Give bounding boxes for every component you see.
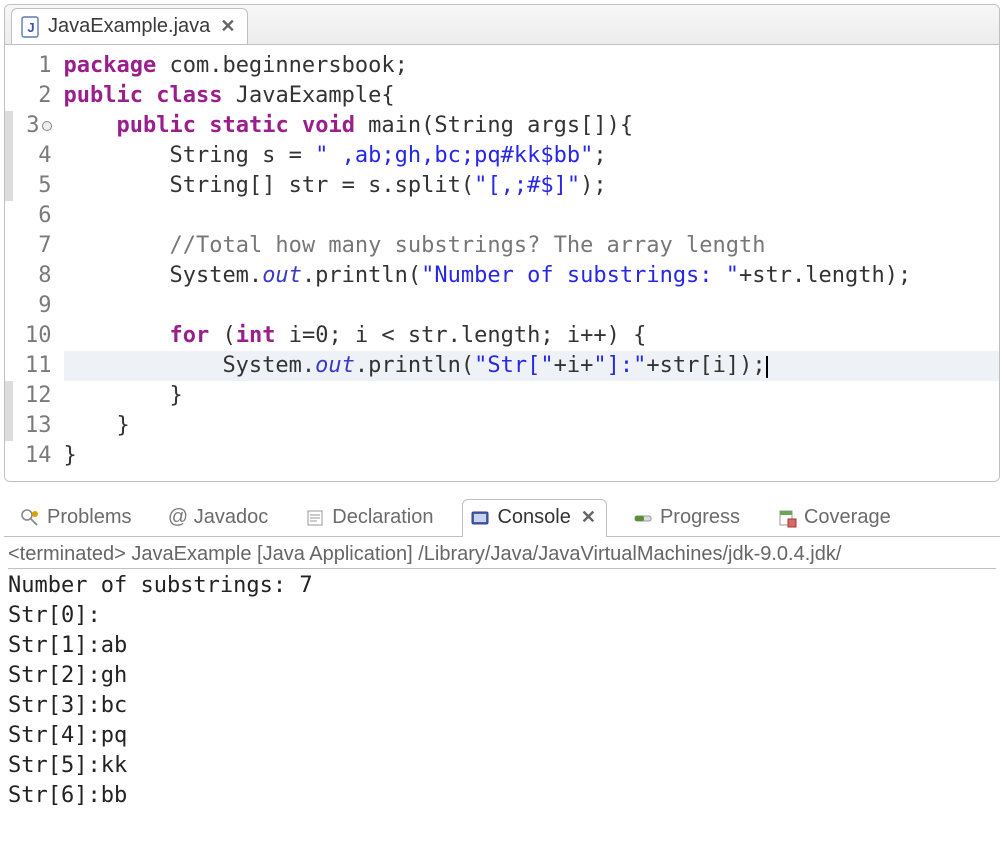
console-output[interactable]: Number of substrings: 7Str[0]:Str[1]:abS…	[4, 569, 1000, 819]
left-annotation-bar	[5, 51, 13, 471]
console-line: Number of substrings: 7	[8, 571, 996, 601]
line-number: 13	[25, 411, 52, 441]
line-number: 8	[25, 261, 52, 291]
progress-icon	[632, 507, 654, 529]
code-line[interactable]: }	[64, 411, 1000, 441]
line-number: 5	[25, 171, 52, 201]
view-tab-javadoc[interactable]: @ Javadoc	[160, 499, 279, 537]
view-tab-console[interactable]: Console ✕	[462, 499, 606, 537]
view-tab-label: Coverage	[804, 506, 891, 529]
console-line: Str[0]:	[8, 601, 996, 631]
javadoc-at-icon: @	[167, 506, 187, 529]
code-line[interactable]: public static void main(String args[]){	[64, 111, 1000, 141]
line-number: 14	[25, 441, 52, 471]
console-line: Str[1]:ab	[8, 631, 996, 661]
view-tab-label: Problems	[47, 506, 131, 529]
code-line[interactable]: }	[64, 441, 1000, 471]
fold-toggle-icon[interactable]	[42, 121, 52, 131]
code-content[interactable]: package com.beginnersbook;public class J…	[58, 51, 1000, 471]
code-line[interactable]: public class JavaExample{	[64, 81, 1000, 111]
editor-panel: J JavaExample.java ✕ 1234567891011121314…	[4, 4, 1000, 482]
code-line[interactable]: System.out.println("Number of substrings…	[64, 261, 1000, 291]
line-number: 10	[25, 321, 52, 351]
views-tab-bar: Problems @ Javadoc Declaration Console ✕ Progr…	[4, 490, 1000, 537]
line-marker	[5, 321, 13, 351]
console-line: Str[2]:gh	[8, 661, 996, 691]
line-marker	[5, 381, 13, 411]
code-line[interactable]	[64, 291, 1000, 321]
line-marker	[5, 351, 13, 381]
problems-icon	[19, 507, 41, 529]
line-marker	[5, 81, 13, 111]
line-number-gutter: 1234567891011121314	[13, 51, 58, 471]
code-line[interactable]: package com.beginnersbook;	[64, 51, 1000, 81]
console-line: Str[3]:bc	[8, 691, 996, 721]
view-tab-declaration[interactable]: Declaration	[297, 499, 444, 537]
view-tab-label: Declaration	[332, 506, 433, 529]
line-number: 4	[25, 141, 52, 171]
code-line[interactable]	[64, 201, 1000, 231]
line-number: 7	[25, 231, 52, 261]
line-marker	[5, 441, 13, 471]
code-line[interactable]: System.out.println("Str["+i+"]:"+str[i])…	[64, 351, 1000, 381]
line-marker	[5, 111, 13, 141]
text-cursor	[766, 356, 768, 378]
console-line: Str[5]:kk	[8, 751, 996, 781]
code-line[interactable]: for (int i=0; i < str.length; i++) {	[64, 321, 1000, 351]
code-line[interactable]: //Total how many substrings? The array l…	[64, 231, 1000, 261]
coverage-icon	[776, 507, 798, 529]
code-line[interactable]: String[] str = s.split("[,;#$]");	[64, 171, 1000, 201]
console-line: Str[4]:pq	[8, 721, 996, 751]
line-number: 9	[25, 291, 52, 321]
code-line[interactable]: }	[64, 381, 1000, 411]
line-number: 2	[25, 81, 52, 111]
console-run-header: <terminated> JavaExample [Java Applicati…	[4, 537, 1000, 568]
close-editor-tab-button[interactable]: ✕	[216, 16, 235, 37]
line-marker	[5, 51, 13, 81]
editor-tab-bar: J JavaExample.java ✕	[5, 5, 999, 45]
editor-tab-javaexample[interactable]: J JavaExample.java ✕	[11, 8, 248, 44]
line-number: 11	[25, 351, 52, 381]
view-tab-progress[interactable]: Progress	[625, 499, 751, 537]
editor-tab-label: JavaExample.java	[48, 15, 210, 38]
code-line[interactable]: String s = " ,ab;gh,bc;pq#kk$bb";	[64, 141, 1000, 171]
line-number: 1	[25, 51, 52, 81]
view-tab-label: Javadoc	[194, 506, 269, 529]
line-number: 3	[25, 111, 52, 141]
declaration-icon	[304, 507, 326, 529]
view-tab-label: Console	[497, 506, 570, 529]
view-tab-problems[interactable]: Problems	[12, 499, 142, 537]
line-marker	[5, 201, 13, 231]
bottom-panel: Problems @ Javadoc Declaration Console ✕ Progr…	[4, 490, 1000, 819]
line-number: 6	[25, 201, 52, 231]
line-marker	[5, 291, 13, 321]
line-number: 12	[25, 381, 52, 411]
line-marker	[5, 411, 13, 441]
line-marker	[5, 231, 13, 261]
line-marker	[5, 141, 13, 171]
view-tab-label: Progress	[660, 506, 740, 529]
console-icon	[469, 507, 491, 529]
java-file-icon: J	[20, 16, 42, 38]
console-line: Str[6]:bb	[8, 781, 996, 811]
code-editor[interactable]: 1234567891011121314 package com.beginner…	[5, 45, 999, 481]
close-view-tab-button[interactable]: ✕	[577, 507, 596, 528]
line-marker	[5, 261, 13, 291]
svg-text:J: J	[27, 20, 34, 35]
view-tab-coverage[interactable]: Coverage	[769, 499, 902, 537]
line-marker	[5, 171, 13, 201]
